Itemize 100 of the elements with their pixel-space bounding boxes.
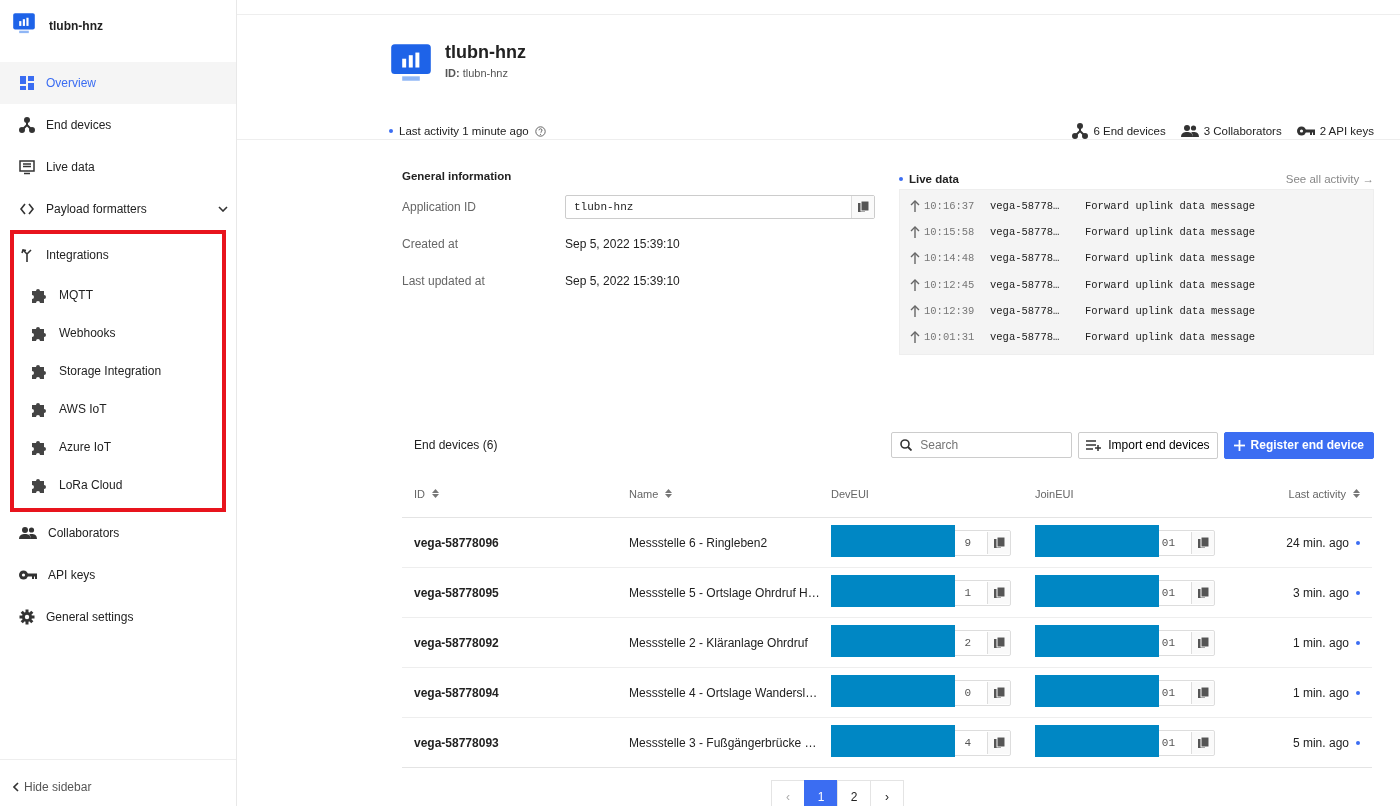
sidebar-subitem[interactable]: AWS IoT xyxy=(14,390,222,428)
copy-button[interactable] xyxy=(987,581,1010,604)
eui-value: 01 xyxy=(1160,636,1176,649)
eui-value: 01 xyxy=(1160,586,1176,599)
stat-link[interactable]: 6 End devices xyxy=(1072,123,1166,139)
hide-sidebar-button[interactable]: Hide sidebar xyxy=(0,759,236,806)
column-header[interactable]: Name xyxy=(629,487,673,500)
copy-icon xyxy=(1197,636,1209,649)
column-header[interactable]: ID xyxy=(414,487,439,500)
list-add-icon xyxy=(1086,439,1103,451)
stat-link[interactable]: 2 API keys xyxy=(1296,125,1374,137)
copy-field[interactable]: tlubn-hnz xyxy=(565,194,875,219)
upload-arrow-icon xyxy=(910,226,920,239)
register-button[interactable]: Register end device xyxy=(1223,431,1374,459)
stat-link[interactable]: 3 Collaborators xyxy=(1180,124,1282,138)
eui-value: 1 xyxy=(963,586,972,599)
last-activity-value: 3 min. ago xyxy=(1292,585,1349,600)
copy-icon xyxy=(993,736,1005,749)
copy-button[interactable] xyxy=(987,731,1010,754)
eui-value: 01 xyxy=(1160,536,1176,549)
sidebar-item[interactable]: End devices xyxy=(0,104,236,146)
puzzle-icon xyxy=(30,362,48,380)
sidebar-subitem[interactable]: Azure IoT xyxy=(14,428,222,466)
device-id: vega-58778095 xyxy=(414,585,499,600)
last-activity-value: 1 min. ago xyxy=(1292,635,1349,650)
event-time: 10:12:45 xyxy=(924,278,976,291)
event-message: Forward uplink data message xyxy=(1085,226,1256,239)
copy-button[interactable] xyxy=(1191,631,1214,654)
puzzle-icon xyxy=(30,400,48,418)
sidebar-subitem[interactable]: Webhooks xyxy=(14,314,222,352)
section-title: General information xyxy=(402,170,513,184)
sidebar-item[interactable]: Overview xyxy=(0,62,236,104)
copy-button[interactable] xyxy=(987,681,1010,704)
sort-icon xyxy=(432,489,439,498)
copy-icon xyxy=(993,586,1005,599)
merge-icon xyxy=(19,247,35,263)
table-title: End devices (6) xyxy=(414,438,499,452)
search-icon xyxy=(900,439,913,451)
page-button[interactable]: 2 xyxy=(837,780,871,806)
sidebar-item[interactable]: General settings xyxy=(0,596,236,638)
status-dot-icon xyxy=(1356,740,1360,745)
sidebar-item[interactable]: Integrations xyxy=(14,234,222,276)
copy-button[interactable] xyxy=(1191,531,1214,554)
event-device: vega-58778… xyxy=(990,278,1061,291)
copy-icon xyxy=(993,636,1005,649)
copy-icon xyxy=(993,686,1005,699)
column-header[interactable]: Last activity xyxy=(1288,487,1360,500)
copy-button[interactable] xyxy=(1191,681,1214,704)
application-title: tlubn-hnz xyxy=(445,42,526,63)
event-time: 10:12:39 xyxy=(924,304,976,317)
status-dot-icon xyxy=(1356,590,1360,595)
event-device: vega-58778… xyxy=(990,200,1061,213)
upload-arrow-icon xyxy=(910,304,920,317)
sidebar-subitem[interactable]: LoRa Cloud xyxy=(14,466,222,504)
copy-icon xyxy=(1197,686,1209,699)
monitor-icon xyxy=(19,159,35,175)
people-icon xyxy=(19,526,37,540)
page-button[interactable]: 1 xyxy=(804,780,838,806)
eui-value: 2 xyxy=(963,636,972,649)
copy-button[interactable] xyxy=(987,531,1010,554)
sidebar-subitem[interactable]: MQTT xyxy=(14,276,222,314)
next-page-button[interactable]: › xyxy=(870,780,904,806)
puzzle-icon xyxy=(30,476,48,494)
settings-icon xyxy=(19,609,35,625)
field-label: Application ID xyxy=(402,199,478,214)
event-message: Forward uplink data message xyxy=(1085,200,1256,213)
device-id: vega-58778092 xyxy=(414,635,499,650)
device-name: Messstelle 5 - Ortslage Ohrdruf H… xyxy=(629,585,820,600)
search-field[interactable]: Search xyxy=(891,432,1073,458)
help-icon xyxy=(534,125,546,137)
event-message: Forward uplink data message xyxy=(1085,278,1256,291)
eui-value: 9 xyxy=(963,536,972,549)
see-all-activity-link[interactable]: See all activity → xyxy=(1285,173,1374,185)
event-message: Forward uplink data message xyxy=(1085,252,1256,265)
copy-button[interactable] xyxy=(1191,581,1214,604)
sidebar-item[interactable]: Collaborators xyxy=(0,512,236,554)
dashboard-icon xyxy=(19,75,35,91)
sidebar-item[interactable]: Live data xyxy=(0,146,236,188)
event-time: 10:15:58 xyxy=(924,226,976,239)
event-message: Forward uplink data message xyxy=(1085,304,1256,317)
field-label: Created at xyxy=(402,236,460,251)
event-message: Forward uplink data message xyxy=(1085,331,1256,344)
field-value: Sep 5, 2022 15:39:10 xyxy=(565,273,680,288)
import-button[interactable]: Import end devices xyxy=(1078,431,1218,459)
event-device: vega-58778… xyxy=(990,252,1061,265)
code-icon xyxy=(19,201,35,217)
event-device: vega-58778… xyxy=(990,304,1061,317)
live-dot-icon xyxy=(899,177,903,181)
eui-value: 01 xyxy=(1160,686,1176,699)
copy-button[interactable] xyxy=(987,631,1010,654)
application-icon xyxy=(12,12,36,36)
sidebar-subitem[interactable]: Storage Integration xyxy=(14,352,222,390)
puzzle-icon xyxy=(30,286,48,304)
sidebar-item[interactable]: Payload formatters xyxy=(0,188,236,230)
sidebar-item[interactable]: API keys xyxy=(0,554,236,596)
last-activity-value: 1 min. ago xyxy=(1292,685,1349,700)
event-device: vega-58778… xyxy=(990,226,1061,239)
key-icon xyxy=(1296,125,1315,137)
copy-button[interactable] xyxy=(1191,731,1214,754)
device-name: Messstelle 6 - Ringleben2 xyxy=(629,535,768,550)
